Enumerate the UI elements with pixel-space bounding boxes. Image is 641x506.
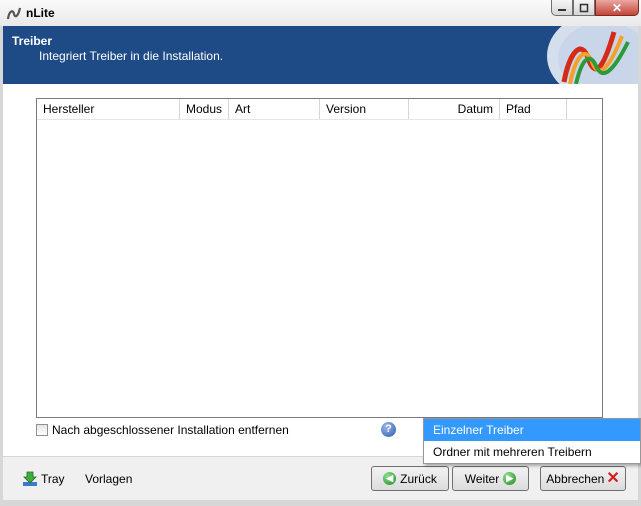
column-header-date[interactable]: Datum: [409, 99, 500, 119]
page-title: Treiber: [12, 34, 53, 48]
nlite-header-logo-icon: [547, 26, 638, 84]
minimize-button[interactable]: [551, 0, 573, 16]
next-button-label: Weiter: [464, 471, 500, 486]
menu-item-folder-multiple-drivers[interactable]: Ordner mit mehreren Treibern: [424, 441, 640, 463]
window-controls: ✕: [551, 0, 639, 18]
remove-after-install-checkbox[interactable]: [36, 424, 48, 436]
maximize-button[interactable]: [573, 0, 595, 16]
remove-after-install-option[interactable]: Nach abgeschlossener Installation entfer…: [36, 423, 289, 437]
menu-item-single-driver[interactable]: Einzelner Treiber: [424, 419, 640, 441]
minimize-icon: [558, 8, 566, 11]
cancel-button-label: Abbrechen: [546, 471, 605, 486]
column-header-version[interactable]: Version: [320, 99, 409, 119]
next-arrow-icon: ▶: [503, 472, 517, 485]
add-driver-popup-menu: Einzelner Treiber Ordner mit mehreren Tr…: [423, 418, 641, 464]
help-icon[interactable]: ?: [381, 422, 396, 437]
next-button[interactable]: Weiter ▶: [452, 466, 529, 491]
presets-button[interactable]: Vorlagen: [85, 472, 132, 486]
tray-download-icon: [23, 471, 37, 486]
drivers-list-header: Hersteller Modus Art Version Datum Pfad: [37, 99, 602, 120]
back-button-label: Zurück: [400, 471, 437, 486]
tray-label: Tray: [41, 472, 65, 486]
remove-after-install-label: Nach abgeschlossener Installation entfer…: [52, 423, 289, 437]
drivers-list[interactable]: Hersteller Modus Art Version Datum Pfad: [36, 98, 603, 418]
title-bar: nLite ✕: [0, 0, 641, 26]
tray-button[interactable]: Tray: [22, 471, 65, 487]
window-bottom-border: [0, 500, 641, 506]
maximize-icon: [579, 3, 589, 12]
column-header-manufacturer[interactable]: Hersteller: [37, 99, 180, 119]
cancel-button[interactable]: Abbrechen ✕: [540, 466, 626, 491]
back-button[interactable]: ◀ Zurück: [371, 466, 449, 491]
window-title: nLite: [26, 6, 55, 20]
page-header: Treiber Integriert Treiber in die Instal…: [3, 26, 638, 84]
column-header-path[interactable]: Pfad: [500, 99, 567, 119]
close-button[interactable]: ✕: [595, 0, 639, 16]
column-header-mode[interactable]: Modus: [180, 99, 229, 119]
close-icon: ✕: [611, 0, 623, 15]
cancel-x-icon: ✕: [606, 469, 620, 487]
nlite-logo-icon: [6, 7, 22, 20]
column-header-type[interactable]: Art: [229, 99, 320, 119]
page-subtitle: Integriert Treiber in die Installation.: [39, 49, 224, 63]
back-arrow-icon: ◀: [383, 472, 397, 485]
